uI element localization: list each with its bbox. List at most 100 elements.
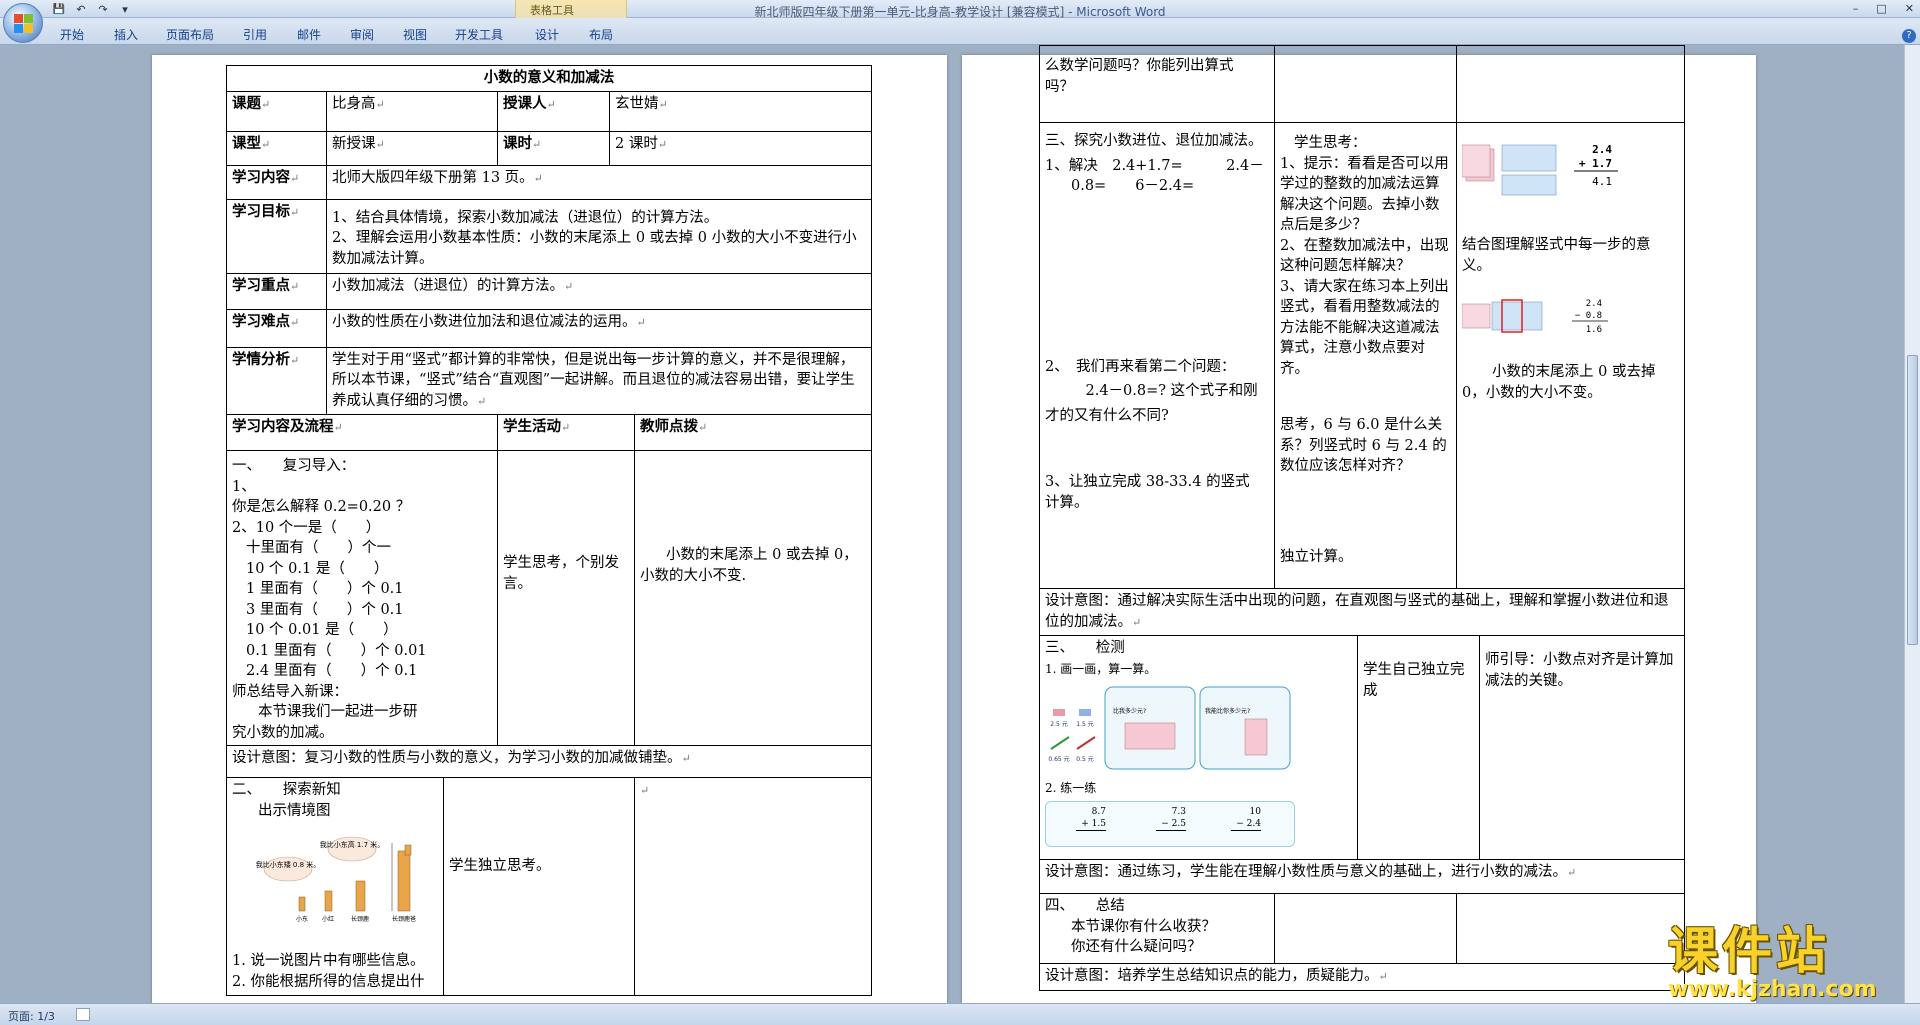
- explore-question-2: 2. 你能根据所得的信息提出什: [232, 973, 425, 990]
- value-text: 小数的性质在小数进位加法和退位减法的运用。: [332, 313, 637, 330]
- value-difficulty[interactable]: 小数的性质在小数进位加法和退位减法的运用。: [326, 308, 872, 348]
- office-button[interactable]: [3, 3, 43, 43]
- summary-student[interactable]: [1274, 893, 1457, 964]
- teacher-guide-text: 小数的末尾添上 0 或去掉 0，小数的大小不变.: [640, 547, 858, 584]
- office-logo-tile: [24, 24, 33, 33]
- carry-borrow-teacher[interactable]: 2.4 + 1.7 4.1 结合图理解竖式中每一步的意义。 2.4 − 0.8 …: [1456, 122, 1685, 589]
- site-watermark: 课件站 www.kjzhan.com: [1668, 925, 1908, 1003]
- redo-icon[interactable]: ↷: [96, 3, 110, 16]
- design-intent-text: 设计意图：培养学生总结知识点的能力，质疑能力。: [1045, 968, 1379, 984]
- carry-borrow-student[interactable]: 学生思考： 1、提示：看看是否可以用学过的整数的加减法运算解决这个问题。去掉小数…: [1274, 122, 1457, 589]
- tab-layout[interactable]: 布局: [589, 26, 613, 43]
- drawing-exercise: 2.5 元 1.5 元 0.65 元 0.5 元 比我多少元? 我能比你多少元?: [1048, 686, 1291, 770]
- check-student-activity[interactable]: 学生自己独立完成: [1357, 635, 1480, 860]
- value-key-point[interactable]: 小数加减法（进退位）的计算方法。: [326, 272, 872, 310]
- document-title: 新北师版四年级下册第一单元-比身高-教学设计 [兼容模式] -: [754, 5, 1077, 19]
- check-teacher-guide[interactable]: 师引导：小数点对齐是计算加减法的关键。: [1479, 635, 1685, 860]
- tab-review[interactable]: 审阅: [350, 26, 374, 43]
- value-objectives[interactable]: 1、结合具体情境，探索小数加减法（进退位）的计算方法。 2、理解会运用小数基本性质…: [326, 198, 872, 274]
- scrollbar-thumb[interactable]: [1907, 355, 1918, 645]
- vertical-scrollbar[interactable]: [1904, 45, 1920, 1003]
- tab-home[interactable]: 开始: [60, 26, 84, 43]
- practice-number: 8.7: [1091, 806, 1106, 817]
- label-text: 学习重点: [232, 276, 290, 294]
- continued-line: 吗？: [1045, 78, 1074, 95]
- label-difficulty: 学习难点: [226, 308, 327, 348]
- eraser-icon: [1079, 709, 1091, 716]
- close-button[interactable]: ✕: [1905, 2, 1914, 15]
- tab-page-layout[interactable]: 页面布局: [166, 26, 214, 43]
- s1-line: 十里面有（ ）个一: [246, 540, 391, 556]
- practice-item: 7.3− 2.5: [1156, 806, 1186, 831]
- design-intent-1[interactable]: 设计意图：复习小数的性质与小数的意义，为学习小数的加减做铺垫。: [226, 745, 872, 778]
- review-student-activity[interactable]: 学生思考，个别发言。: [497, 450, 635, 746]
- continued-teacher[interactable]: [1456, 45, 1685, 123]
- document-page-1: 小数的意义和加减法 课题 比身高 授课人 玄世婧 课型 新授课 课时 2 课时 …: [152, 55, 947, 1005]
- proofing-icon[interactable]: [76, 1008, 90, 1021]
- value-hours[interactable]: 2 课时: [609, 130, 872, 166]
- scene-illustration: 我比小东矮 0.8 米。 我比小东高 1.7 米。 小东 小红 长颈鹿 长颈鹿爸: [256, 836, 416, 923]
- label-key-point: 学习重点: [226, 272, 327, 310]
- design-intent-3[interactable]: 设计意图：通过练习，学生能在理解小数性质与意义的基础上，进行小数的减法。: [1039, 859, 1685, 894]
- vertical-calc: 2.4: [1592, 143, 1612, 156]
- value-content[interactable]: 北师大版四年级下册第 13 页。: [326, 164, 872, 200]
- tab-mailings[interactable]: 邮件: [297, 26, 321, 43]
- carry-borrow-section[interactable]: 三、探究小数进位、退位加减法。 1、解决 2.4+1.7= 2.4－ 0.8= …: [1039, 122, 1275, 589]
- lesson-table-page2: 么数学问题吗？你能列出算式 吗？ 三、探究小数进位、退位加减法。 1、解决 2.4…: [1039, 45, 1685, 991]
- question-continued[interactable]: 么数学问题吗？你能列出算式 吗？: [1039, 45, 1275, 123]
- summary-section[interactable]: 四、 总结 本节课你有什么收获？ 你还有什么疑问吗？: [1039, 893, 1275, 964]
- save-icon[interactable]: 💾: [52, 3, 66, 16]
- price-tag: 0.65 元: [1048, 756, 1069, 763]
- label-text: 学情分析: [232, 350, 290, 368]
- review-teacher-guide[interactable]: 小数的末尾添上 0 或去掉 0，小数的大小不变.: [634, 450, 872, 746]
- value-analysis[interactable]: 学生对于用“竖式”都计算的非常快，但是说出每一步计算的意义，并不是很理解，所以本…: [326, 346, 872, 415]
- review-section[interactable]: 一、 复习导入： 1、 你是怎么解释 0.2=0.20 ？ 2、10 个一是（ …: [226, 450, 498, 746]
- tab-view[interactable]: 视图: [403, 26, 427, 43]
- giraffe-figure: [324, 890, 333, 912]
- problem-line: 1、解决 2.4+1.7= 2.4－: [1045, 157, 1264, 174]
- value-lesson-type[interactable]: 新授课: [326, 130, 498, 166]
- check-section[interactable]: 三、 检测 1. 画一画，算一算。 2.5 元 1.5 元 0.65 元 0.5…: [1039, 635, 1358, 860]
- design-intent-text: 设计意图：通过练习，学生能在理解小数性质与意义的基础上，进行小数的减法。: [1045, 864, 1567, 880]
- summary-teacher[interactable]: [1456, 893, 1685, 964]
- tab-references[interactable]: 引用: [243, 26, 267, 43]
- minimize-button[interactable]: –: [1853, 2, 1859, 15]
- explore-title: 二、 探索新知: [232, 782, 341, 798]
- table-title: 小数的意义和加减法: [226, 65, 872, 92]
- student-activity-text: 学生独立思考。: [449, 858, 551, 874]
- value-teacher[interactable]: 玄世婧: [609, 90, 872, 132]
- explore-teacher-guide[interactable]: [634, 777, 872, 996]
- continued-student[interactable]: [1274, 45, 1457, 123]
- label-lesson-type: 课型: [226, 130, 327, 166]
- section-title: 三、探究小数进位、退位加减法。: [1045, 133, 1263, 149]
- design-intent-2[interactable]: 设计意图：通过解决实际生活中出现的问题，在直观图与竖式的基础上，理解和掌握小数进…: [1039, 588, 1685, 636]
- problem-line: 计算。: [1045, 494, 1089, 511]
- s1-line: 究小数的加减。: [232, 724, 334, 741]
- help-icon[interactable]: ?: [1902, 29, 1916, 43]
- tenths-strips: [1501, 174, 1557, 196]
- tab-design[interactable]: 设计: [535, 26, 559, 43]
- explore-section[interactable]: 二、 探索新知 出示情境图 我比小东矮 0.8 米。 我比小东高 1.7 米。 …: [226, 777, 444, 996]
- design-intent-4[interactable]: 设计意图：培养学生总结知识点的能力，质疑能力。: [1039, 963, 1685, 991]
- maximize-button[interactable]: □: [1876, 2, 1886, 15]
- vertical-calc: 4.1: [1592, 175, 1612, 188]
- vertical-calc: 1.6: [1586, 325, 1602, 335]
- s1-line: 2、10 个一是（ ）: [232, 519, 381, 536]
- problem-line: 才的又有什么不同?: [1045, 407, 1169, 424]
- giraffe-figure: [298, 896, 306, 912]
- explore-student-activity[interactable]: 学生独立思考。: [443, 777, 635, 996]
- grid-drawing: [1244, 718, 1268, 756]
- student-line: 2、在整数加减法中，出现这种问题怎样解决？: [1280, 237, 1449, 275]
- practice-number: − 2.5: [1156, 818, 1186, 831]
- page-counter[interactable]: 页面: 1/3: [8, 1008, 55, 1024]
- tab-insert[interactable]: 插入: [114, 26, 138, 43]
- tab-developer[interactable]: 开发工具: [455, 26, 503, 43]
- s1-line: 你是怎么解释 0.2=0.20 ？: [232, 499, 411, 515]
- undo-icon[interactable]: ↶: [74, 3, 88, 16]
- student-activity-text: 学生自己独立完成: [1363, 662, 1465, 699]
- watermark-text: 课件站: [1668, 922, 1830, 980]
- value-topic[interactable]: 比身高: [326, 90, 498, 132]
- customize-qat-icon[interactable]: ▾: [118, 3, 132, 16]
- figure-name: 长颈鹿爸: [392, 915, 416, 923]
- value-text: 北师大版四年级下册第 13 页。: [332, 169, 534, 186]
